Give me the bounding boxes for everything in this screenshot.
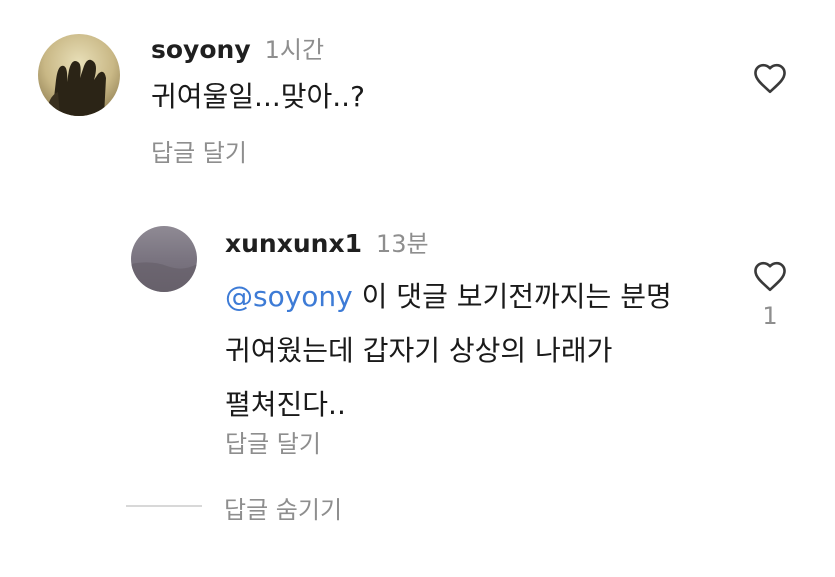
avatar-image xyxy=(131,226,197,292)
avatar[interactable] xyxy=(38,34,120,116)
reply-text-line: @soyony 이 댓글 보기전까지는 분명 xyxy=(225,280,672,313)
mention-link[interactable]: @soyony xyxy=(225,280,353,313)
reply-button[interactable]: 답글 달기 xyxy=(151,133,247,168)
reply-meta: xunxunx1 13분 xyxy=(225,224,429,259)
reply-text-line: 귀여웠는데 갑자기 상상의 나래가 xyxy=(225,334,613,367)
heart-outline-icon xyxy=(754,261,786,292)
comment-timestamp: 1시간 xyxy=(264,36,325,64)
avatar[interactable] xyxy=(131,226,197,292)
comment-thread: soyony 1시간 귀여울일...맞아..? 답글 달기 xunxunx1 1… xyxy=(0,0,835,577)
comment-text: 귀여울일...맞아..? xyxy=(151,70,365,124)
reply-username[interactable]: xunxunx1 xyxy=(225,229,362,258)
comment-meta: soyony 1시간 xyxy=(151,30,324,65)
like-button[interactable]: 1 xyxy=(750,260,790,330)
comment-username[interactable]: soyony xyxy=(151,35,251,64)
reply-button[interactable]: 답글 달기 xyxy=(225,424,321,459)
reply-text: @soyony 이 댓글 보기전까지는 분명 귀여웠는데 갑자기 상상의 나래가… xyxy=(225,270,672,432)
like-button[interactable] xyxy=(750,62,790,94)
heart-outline-icon xyxy=(754,63,786,94)
thread-divider-line xyxy=(126,505,202,507)
avatar-image xyxy=(38,34,120,116)
reply-timestamp: 13분 xyxy=(375,230,429,258)
comment-text-line: 귀여울일...맞아..? xyxy=(151,80,365,113)
like-count: 1 xyxy=(762,302,778,330)
hide-replies-button[interactable]: 답글 숨기기 xyxy=(224,490,342,525)
